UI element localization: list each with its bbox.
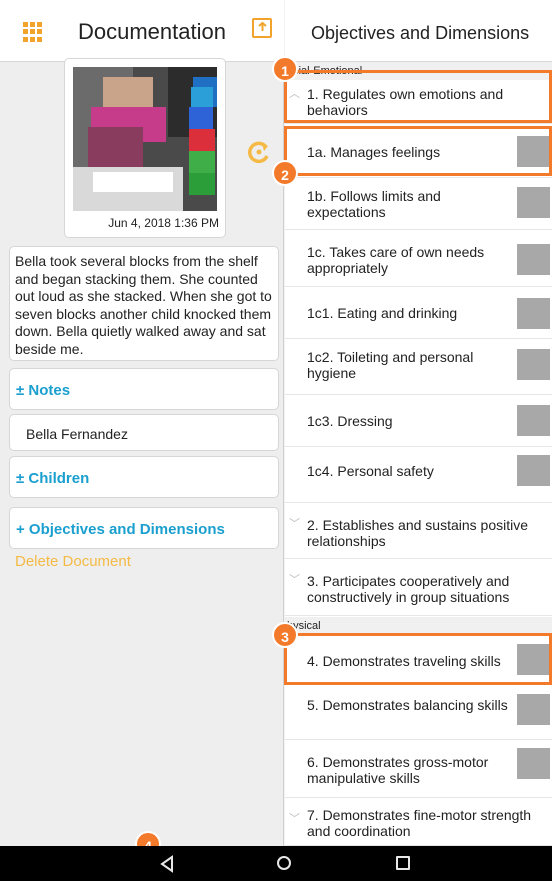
dimension-label: 1c1. Eating and drinking <box>307 305 458 321</box>
home-icon[interactable] <box>277 856 291 870</box>
dimension-row[interactable]: 1c2. Toileting and personal hygiene <box>285 339 552 395</box>
child-photo[interactable] <box>73 67 217 211</box>
chevron-down-icon: ﹀ <box>289 574 300 586</box>
narrative-text[interactable]: Bella took several blocks from the shelf… <box>9 246 279 361</box>
dimension-label: 1c. Takes care of own needs appropriatel… <box>307 244 485 276</box>
objective-label: 5. Demonstrates balancing skills <box>307 697 508 713</box>
documentation-panel: Documentation Jun 4, 2018 1:36 PM Bella … <box>0 0 284 846</box>
highlight-box-3 <box>284 633 552 685</box>
objective-label: 7. Demonstrates fine-motor strength and … <box>307 807 532 839</box>
dimension-label: 1c3. Dressing <box>307 413 393 429</box>
dimension-row[interactable]: 1c1. Eating and drinking <box>285 287 552 339</box>
chevron-down-icon: ﹀ <box>289 518 300 530</box>
dimension-label: 1b. Follows limits and expectations <box>307 188 441 220</box>
child-name[interactable]: Bella Fernandez <box>9 414 279 451</box>
rating-box[interactable] <box>517 244 550 275</box>
photo-timestamp: Jun 4, 2018 1:36 PM <box>108 216 219 230</box>
dimension-label: 1c2. Toileting and personal hygiene <box>307 349 474 381</box>
objectives-header: Objectives and Dimensions <box>285 0 552 62</box>
objective-row[interactable]: ﹀ 7. Demonstrates fine-motor strength an… <box>285 798 552 846</box>
dimension-row[interactable]: 1c. Takes care of own needs appropriatel… <box>285 230 552 287</box>
documentation-header: Documentation <box>0 0 284 62</box>
children-toggle[interactable]: ± Children <box>9 456 279 498</box>
system-nav-bar <box>0 846 552 881</box>
objective-row[interactable]: ﹀ 3. Participates cooperatively and cons… <box>285 559 552 616</box>
rating-box[interactable] <box>517 405 550 436</box>
dimension-row[interactable]: 1c4. Personal safety <box>285 447 552 503</box>
objective-row[interactable]: 6. Demonstrates gross-motor manipulative… <box>285 740 552 798</box>
recent-apps-icon[interactable] <box>396 856 410 870</box>
dimension-row[interactable]: 1c3. Dressing <box>285 395 552 447</box>
objective-row[interactable]: 5. Demonstrates balancing skills <box>285 685 552 740</box>
notes-toggle[interactable]: ± Notes <box>9 368 279 410</box>
dimension-label: 1c4. Personal safety <box>307 463 434 479</box>
objective-label: 2. Establishes and sustains positive rel… <box>307 517 529 549</box>
rating-box[interactable] <box>517 187 550 218</box>
rating-box[interactable] <box>517 694 550 725</box>
rating-box[interactable] <box>517 455 550 486</box>
objective-label: 3. Participates cooperatively and constr… <box>307 573 510 605</box>
rating-box[interactable] <box>517 748 550 779</box>
rating-box[interactable] <box>517 298 550 329</box>
annotation-marker-3: 3 <box>272 622 298 648</box>
dimension-row[interactable]: 1b. Follows limits and expectations <box>285 178 552 230</box>
highlight-box-1 <box>284 70 552 123</box>
objective-label: 6. Demonstrates gross-motor manipulative… <box>307 754 489 786</box>
annotation-marker-2: 2 <box>272 160 298 186</box>
back-icon[interactable] <box>157 854 177 874</box>
photo-card[interactable]: Jun 4, 2018 1:36 PM <box>64 58 226 238</box>
objective-row[interactable]: ﹀ 2. Establishes and sustains positive r… <box>285 503 552 559</box>
delete-document-link[interactable]: Delete Document <box>15 553 131 570</box>
grid-icon[interactable] <box>23 22 43 42</box>
page-title: Documentation <box>78 19 226 44</box>
chevron-down-icon: ﹀ <box>289 813 300 825</box>
highlight-box-2 <box>284 126 552 176</box>
refresh-icon[interactable] <box>246 139 272 165</box>
rating-box[interactable] <box>517 349 550 380</box>
annotation-marker-1: 1 <box>272 56 298 82</box>
objectives-title: Objectives and Dimensions <box>311 23 530 43</box>
objectives-toggle[interactable]: + Objectives and Dimensions <box>9 507 279 549</box>
share-icon[interactable] <box>252 18 272 38</box>
